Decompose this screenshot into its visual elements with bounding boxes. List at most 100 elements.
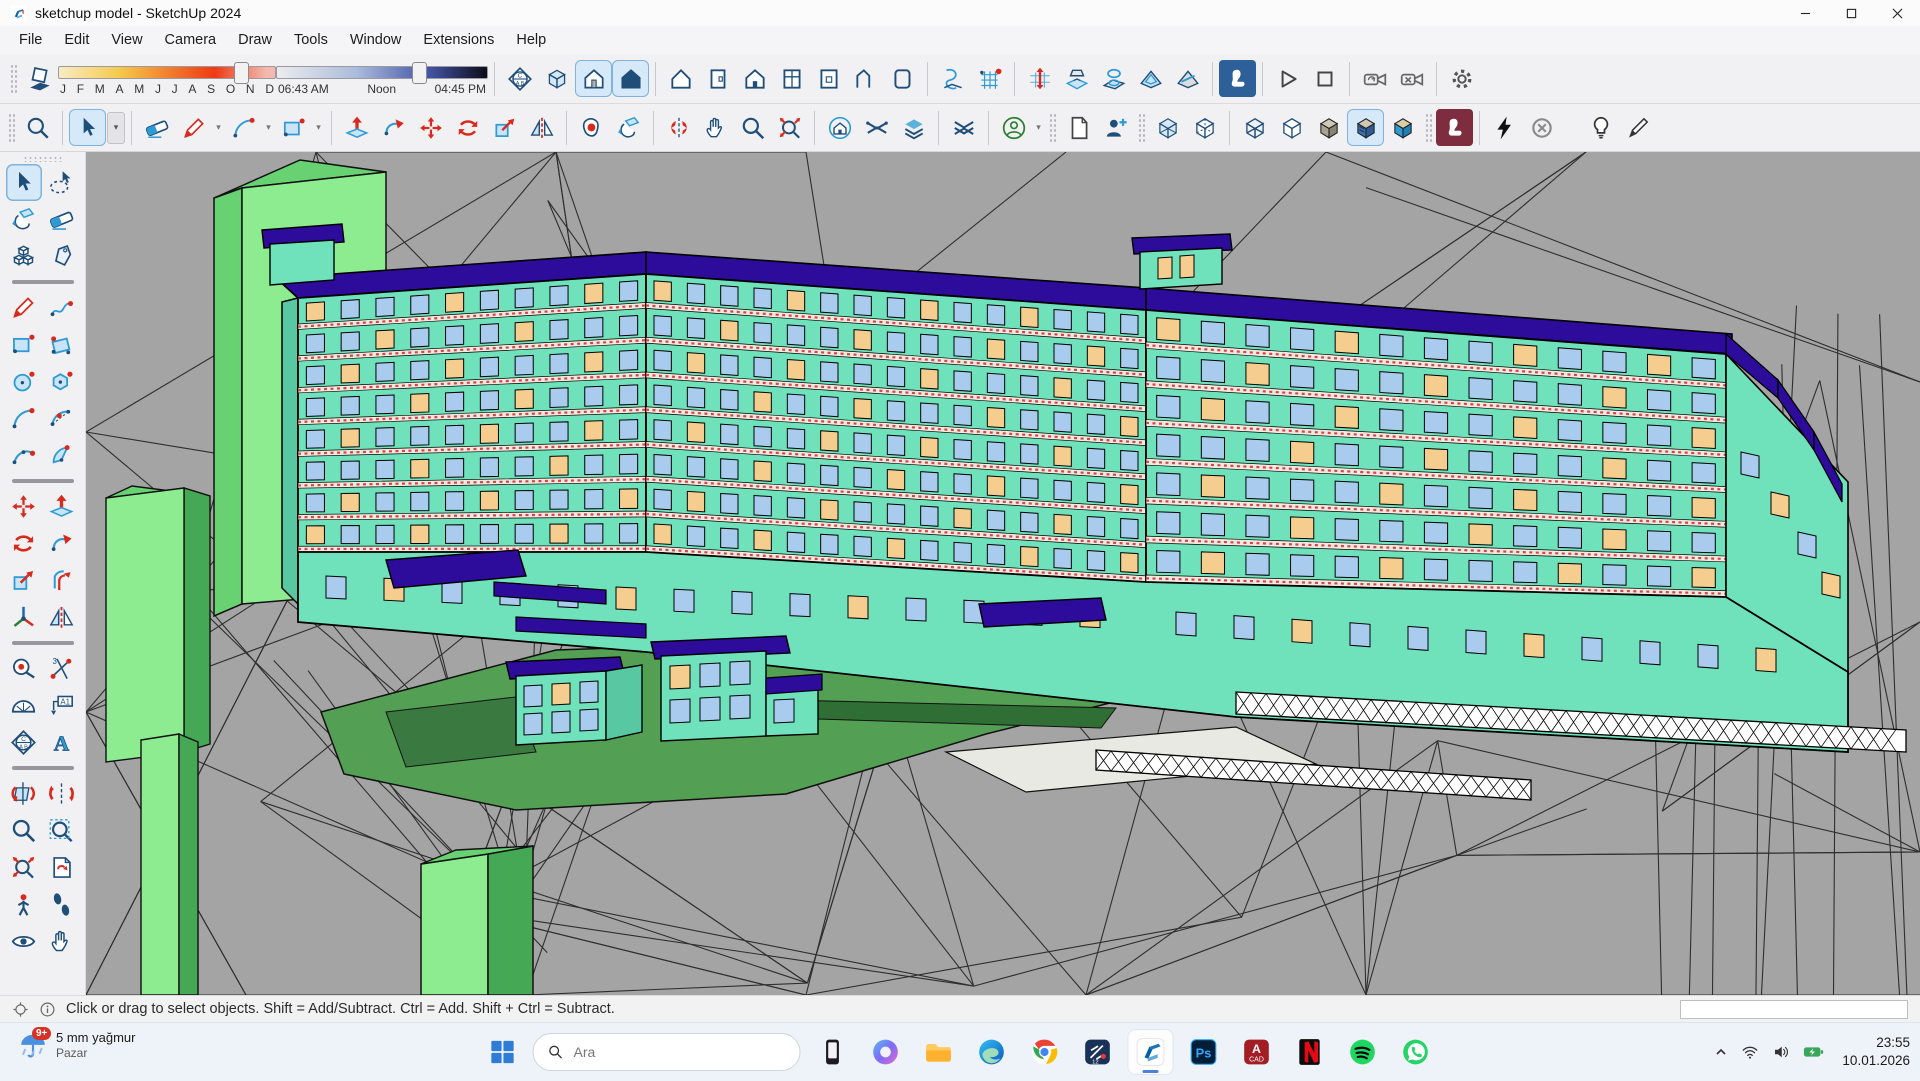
menu-item-help[interactable]: Help <box>505 29 557 51</box>
sandbox-from-contours-button[interactable] <box>934 60 971 97</box>
pen-tool-button[interactable] <box>1619 109 1656 146</box>
push-pull-button[interactable] <box>44 488 80 525</box>
zoom-window-button[interactable] <box>44 812 80 849</box>
polygon-tool-button[interactable] <box>44 363 80 400</box>
pan-hand-button[interactable] <box>44 923 80 960</box>
taskbar-app-whatsapp[interactable] <box>1394 1030 1438 1074</box>
eraser-tool-button[interactable] <box>44 201 80 238</box>
menu-item-view[interactable]: View <box>100 29 153 51</box>
paint-sample-button[interactable] <box>573 109 610 146</box>
style-wireframe-box-button[interactable] <box>1236 109 1273 146</box>
shadow-time-slider[interactable]: 06:43 AMNoon04:45 PM <box>276 62 488 96</box>
zoom-lens-button[interactable] <box>19 109 56 146</box>
toolbar-drag-handle[interactable] <box>8 113 15 143</box>
zoom-tool-button[interactable] <box>734 109 771 146</box>
volume-icon[interactable] <box>1772 1043 1790 1061</box>
previous-view-button[interactable] <box>44 849 80 886</box>
door-tool-button[interactable] <box>699 60 736 97</box>
menu-item-tools[interactable]: Tools <box>283 29 339 51</box>
taskbar-app-autocad[interactable]: ACAD <box>1235 1030 1279 1074</box>
style-hidden-line-box-button[interactable] <box>1273 109 1310 146</box>
circle-tool-button[interactable] <box>6 363 42 400</box>
toolbar-drag-handle[interactable] <box>1425 113 1432 143</box>
play-animation-button[interactable] <box>1269 60 1306 97</box>
arc-tool-button[interactable] <box>6 400 42 437</box>
battery-charging-icon[interactable] <box>1803 1043 1825 1061</box>
select-dropdown[interactable]: ▾ <box>107 112 125 144</box>
select-tool-button[interactable] <box>6 164 42 201</box>
dimensions-tool-button[interactable]: 3 <box>44 650 80 687</box>
roof-tool-button[interactable] <box>847 60 884 97</box>
xray-box-button[interactable] <box>538 60 575 97</box>
three-point-arc-button[interactable] <box>6 437 42 474</box>
paint-bucket-button[interactable] <box>610 109 647 146</box>
two-point-arc-button[interactable] <box>44 400 80 437</box>
sandbox-stamp-button[interactable] <box>1058 60 1095 97</box>
date-slider-thumb[interactable] <box>234 62 249 84</box>
flip-tool-button[interactable] <box>44 599 80 636</box>
line-pencil-button[interactable] <box>6 289 42 326</box>
left-toolbar-drag-handle[interactable] <box>23 156 63 162</box>
scale-tool-button[interactable] <box>6 562 42 599</box>
time-slider-track[interactable] <box>276 66 488 79</box>
style-xray-box-button[interactable] <box>1149 109 1186 146</box>
slab-tool-button[interactable] <box>884 60 921 97</box>
minimize-icon[interactable] <box>1782 0 1828 26</box>
protractor-tool-button[interactable] <box>6 687 42 724</box>
rotate-tool-button[interactable] <box>449 109 486 146</box>
style-back-edges-box-button[interactable] <box>1186 109 1223 146</box>
dropdown-caret[interactable]: ▾ <box>1032 109 1045 146</box>
close-icon[interactable] <box>1874 0 1920 26</box>
record-camera-button[interactable] <box>1356 60 1393 97</box>
lasso-select-button[interactable] <box>44 164 80 201</box>
style-monochrome-box-button[interactable] <box>1384 109 1421 146</box>
3d-text-button[interactable]: A <box>44 724 80 761</box>
sandbox-smoove-button[interactable] <box>1021 60 1058 97</box>
menu-item-edit[interactable]: Edit <box>53 29 100 51</box>
taskbar-app-spotify[interactable] <box>1341 1030 1385 1074</box>
taskbar-weather-widget[interactable]: 9+ 5 mm yağmur Pazar <box>18 1030 135 1061</box>
walk-foot-maroon-button[interactable] <box>1436 109 1473 146</box>
move-tool-button[interactable] <box>412 109 449 146</box>
menu-item-extensions[interactable]: Extensions <box>412 29 505 51</box>
mirror-flip-button[interactable] <box>660 109 697 146</box>
taskbar-app-chrome[interactable] <box>1023 1030 1067 1074</box>
taskbar-app-sketchup[interactable] <box>1129 1030 1173 1074</box>
push-pull-button[interactable] <box>338 109 375 146</box>
north-compass-button[interactable]: CA B <box>6 724 42 761</box>
maximize-icon[interactable] <box>1828 0 1874 26</box>
position-camera-button[interactable] <box>6 886 42 923</box>
disabled-circle-button[interactable] <box>1523 109 1560 146</box>
sandbox-drape-button[interactable] <box>1095 60 1132 97</box>
dropdown-caret[interactable]: ▾ <box>212 109 225 146</box>
eraser-tool-button[interactable] <box>138 109 175 146</box>
style-shaded-textures-box-button[interactable] <box>1347 109 1384 146</box>
shadow-date-slider[interactable]: JFMAMJJASOND <box>58 62 276 96</box>
dropdown-caret[interactable]: ▾ <box>312 109 325 146</box>
new-page-button[interactable] <box>1060 109 1097 146</box>
shadow-settings-button[interactable] <box>21 60 58 97</box>
taskbar-app-phone-link[interactable] <box>811 1030 855 1074</box>
geolocation-icon[interactable] <box>12 1001 29 1018</box>
wall-house-button[interactable] <box>662 60 699 97</box>
cross-layers-2-button[interactable] <box>945 109 982 146</box>
toolbar-drag-handle[interactable] <box>10 64 17 94</box>
rotated-rectangle-button[interactable] <box>44 326 80 363</box>
taskbar-app-photoshop[interactable]: Ps <box>1182 1030 1226 1074</box>
toolbar-drag-handle[interactable] <box>1049 113 1056 143</box>
scale-tool-button[interactable] <box>486 109 523 146</box>
line-pencil-button[interactable] <box>175 109 212 146</box>
walk-tool-button[interactable] <box>44 886 80 923</box>
stop-animation-button[interactable] <box>1306 60 1343 97</box>
taskbar-app-edge[interactable] <box>970 1030 1014 1074</box>
time-slider-thumb[interactable] <box>412 62 427 84</box>
section-rotate-button[interactable] <box>44 775 80 812</box>
house-door-button[interactable] <box>736 60 773 97</box>
paint-bucket-button[interactable] <box>6 201 42 238</box>
offset-tool-button[interactable] <box>44 562 80 599</box>
select-tool-button[interactable] <box>69 109 106 146</box>
tray-chevron-icon[interactable] <box>1714 1045 1728 1059</box>
window-cabinet-button[interactable] <box>773 60 810 97</box>
toolbar-drag-handle[interactable] <box>1138 113 1145 143</box>
dropdown-caret[interactable]: ▾ <box>262 109 275 146</box>
